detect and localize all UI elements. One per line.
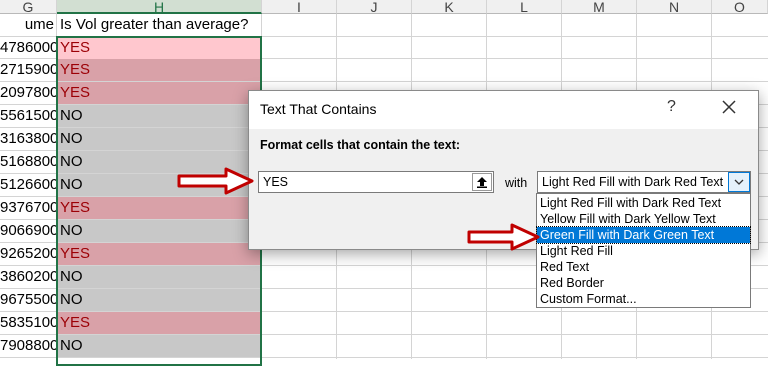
cell-volume[interactable]: 5561500 <box>0 105 56 127</box>
contains-text-input[interactable]: YES <box>258 171 494 193</box>
cell-vol-flag[interactable]: YES <box>57 243 260 265</box>
cell-h-header[interactable]: Is Vol greater than average? <box>57 14 260 36</box>
cell-volume[interactable]: 2097800 <box>0 82 56 104</box>
column-header-m[interactable]: M <box>562 0 637 14</box>
format-option[interactable]: Light Red Fill <box>537 243 750 259</box>
cell-vol-flag[interactable]: YES <box>57 37 260 59</box>
cell-volume[interactable]: 9265200 <box>0 243 56 265</box>
format-option[interactable]: Red Border <box>537 275 750 291</box>
cell-vol-flag[interactable]: NO <box>57 266 260 288</box>
callout-arrow-icon <box>467 223 540 251</box>
dialog-title: Text That Contains <box>260 101 377 117</box>
cell-volume[interactable]: 3163800 <box>0 128 56 150</box>
column-header-h[interactable]: H <box>57 0 262 14</box>
format-dropdown-list: Light Red Fill with Dark Red Text Yellow… <box>536 193 751 308</box>
column-header-n[interactable]: N <box>637 0 712 14</box>
help-button[interactable]: ? <box>667 98 676 116</box>
cell-volume[interactable]: 9066900 <box>0 220 56 242</box>
cell-volume[interactable]: 7908800 <box>0 335 56 357</box>
cell-vol-flag[interactable]: NO <box>57 128 260 150</box>
cell-vol-flag[interactable]: YES <box>57 197 260 219</box>
column-header-i[interactable]: I <box>262 0 337 14</box>
cell-vol-flag[interactable]: NO <box>57 220 260 242</box>
cell-vol-flag[interactable]: NO <box>57 335 260 357</box>
cell-vol-flag[interactable]: YES <box>57 312 260 334</box>
grid-line <box>0 357 768 358</box>
collapse-dialog-icon[interactable] <box>472 173 492 191</box>
format-option[interactable]: Red Text <box>537 259 750 275</box>
column-header-o[interactable]: O <box>712 0 768 14</box>
cell-volume[interactable]: 5835100 <box>0 312 56 334</box>
cell-vol-flag[interactable]: NO <box>57 105 260 127</box>
prompt-label: Format cells that contain the text: <box>260 138 461 152</box>
column-header-k[interactable]: K <box>412 0 487 14</box>
cell-vol-flag[interactable]: NO <box>57 289 260 311</box>
column-header-l[interactable]: L <box>487 0 562 14</box>
column-header-j[interactable]: J <box>337 0 412 14</box>
close-icon[interactable] <box>719 97 739 117</box>
format-select[interactable]: Light Red Fill with Dark Red Text <box>537 171 751 193</box>
cell-vol-flag[interactable]: YES <box>57 59 260 81</box>
format-option[interactable]: Yellow Fill with Dark Yellow Text <box>537 211 750 227</box>
cell-volume[interactable]: 3860200 <box>0 266 56 288</box>
cell-volume[interactable]: 9376700 <box>0 197 56 219</box>
cell-volume[interactable]: 9675500 <box>0 289 56 311</box>
dropdown-chevron-icon[interactable] <box>728 172 750 192</box>
format-option-selected[interactable]: Green Fill with Dark Green Text <box>536 226 751 244</box>
cell-volume[interactable]: 5168800 <box>0 151 56 173</box>
format-option[interactable]: Custom Format... <box>537 291 750 307</box>
cell-volume[interactable]: 4786000 <box>0 37 56 59</box>
cell-g-header[interactable]: ume <box>0 14 56 36</box>
cell-volume[interactable]: 2715900 <box>0 59 56 81</box>
cell-vol-flag[interactable]: YES <box>57 82 260 104</box>
with-label: with <box>505 176 528 190</box>
column-header-g[interactable]: G <box>0 0 57 14</box>
callout-arrow-icon <box>177 167 254 195</box>
cell-volume[interactable]: 5126600 <box>0 174 56 196</box>
dialog-title-bar[interactable]: Text That Contains ? <box>249 91 758 129</box>
format-option[interactable]: Light Red Fill with Dark Red Text <box>537 195 750 211</box>
